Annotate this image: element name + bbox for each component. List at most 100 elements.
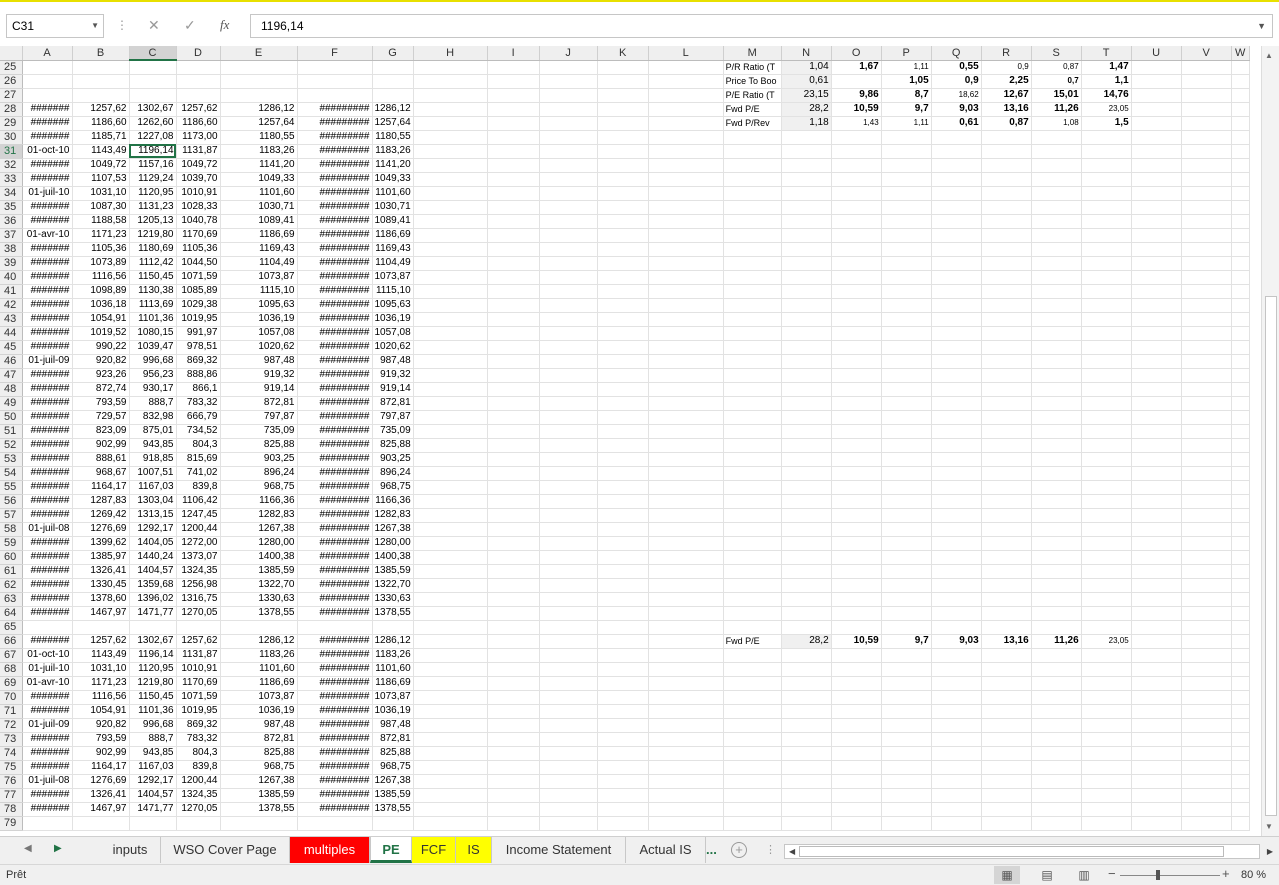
cell[interactable]: ######### bbox=[297, 522, 373, 537]
cell[interactable] bbox=[1231, 704, 1250, 719]
row-header[interactable]: 39 bbox=[0, 256, 23, 271]
cell[interactable] bbox=[723, 676, 782, 691]
cell[interactable]: ######### bbox=[297, 648, 373, 663]
cell[interactable]: 1180,55 bbox=[220, 130, 298, 145]
row-header[interactable]: 58 bbox=[0, 522, 23, 537]
cell[interactable] bbox=[539, 410, 598, 425]
cell[interactable] bbox=[1031, 410, 1082, 425]
cell[interactable] bbox=[723, 284, 782, 299]
cell[interactable] bbox=[22, 816, 73, 831]
cell[interactable] bbox=[831, 662, 882, 677]
cell[interactable] bbox=[487, 116, 540, 131]
cell[interactable]: P/R Ratio (T bbox=[723, 60, 782, 75]
cell[interactable] bbox=[413, 718, 488, 733]
cell[interactable] bbox=[413, 340, 488, 355]
cell[interactable] bbox=[22, 60, 73, 75]
cell[interactable]: 28,2 bbox=[781, 634, 832, 649]
cell[interactable] bbox=[487, 368, 540, 383]
cell[interactable] bbox=[1231, 186, 1250, 201]
cell[interactable] bbox=[931, 354, 982, 369]
cell[interactable] bbox=[881, 270, 932, 285]
cell[interactable] bbox=[931, 270, 982, 285]
row-header[interactable]: 57 bbox=[0, 508, 23, 523]
cell[interactable] bbox=[831, 676, 882, 691]
cell[interactable]: 1073,87 bbox=[220, 690, 298, 705]
cell[interactable] bbox=[1131, 88, 1182, 103]
cell[interactable] bbox=[648, 424, 724, 439]
cell[interactable]: 0,87 bbox=[981, 116, 1032, 131]
cell[interactable] bbox=[413, 648, 488, 663]
cell[interactable] bbox=[1031, 788, 1082, 803]
cell[interactable] bbox=[981, 746, 1032, 761]
cell[interactable] bbox=[931, 620, 982, 635]
cell[interactable]: ####### bbox=[22, 704, 73, 719]
cell[interactable] bbox=[297, 60, 373, 75]
cell[interactable] bbox=[1081, 368, 1132, 383]
cell[interactable] bbox=[1181, 284, 1232, 299]
cell[interactable] bbox=[723, 214, 782, 229]
cell[interactable] bbox=[723, 788, 782, 803]
cell[interactable]: ######### bbox=[297, 564, 373, 579]
cell[interactable] bbox=[487, 494, 540, 509]
cell[interactable] bbox=[781, 760, 832, 775]
cell[interactable] bbox=[1231, 88, 1250, 103]
cell[interactable] bbox=[1031, 508, 1082, 523]
vertical-scrollbar[interactable]: ▲ ▼ bbox=[1261, 46, 1279, 836]
cell[interactable] bbox=[1131, 102, 1182, 117]
cell[interactable] bbox=[220, 60, 298, 75]
cell[interactable]: 1120,95 bbox=[129, 662, 177, 677]
cell[interactable]: 1267,38 bbox=[372, 774, 414, 789]
cell[interactable] bbox=[413, 494, 488, 509]
cell[interactable]: 839,8 bbox=[176, 480, 221, 495]
cell[interactable] bbox=[931, 172, 982, 187]
cell[interactable]: 1269,42 bbox=[72, 508, 130, 523]
cell[interactable] bbox=[1181, 732, 1232, 747]
cell[interactable] bbox=[1181, 480, 1232, 495]
cell[interactable] bbox=[981, 312, 1032, 327]
cell[interactable]: 1292,17 bbox=[129, 774, 177, 789]
cell[interactable] bbox=[220, 620, 298, 635]
cell[interactable]: ######### bbox=[297, 774, 373, 789]
cell[interactable] bbox=[981, 592, 1032, 607]
cell[interactable] bbox=[981, 620, 1032, 635]
row-header[interactable]: 70 bbox=[0, 690, 23, 705]
cell[interactable] bbox=[781, 284, 832, 299]
cell[interactable]: 1196,14 bbox=[129, 648, 177, 663]
cell[interactable]: 1183,26 bbox=[372, 648, 414, 663]
row-header[interactable]: 36 bbox=[0, 214, 23, 229]
cell[interactable] bbox=[1181, 746, 1232, 761]
cell[interactable]: 0,55 bbox=[931, 60, 982, 75]
cell[interactable]: ######### bbox=[297, 452, 373, 467]
cell[interactable] bbox=[831, 480, 882, 495]
cell[interactable] bbox=[1231, 690, 1250, 705]
cell[interactable] bbox=[297, 88, 373, 103]
cell[interactable] bbox=[981, 564, 1032, 579]
cell[interactable] bbox=[831, 284, 882, 299]
cell[interactable] bbox=[723, 760, 782, 775]
cell[interactable]: 1036,19 bbox=[372, 312, 414, 327]
cell[interactable] bbox=[881, 438, 932, 453]
cell[interactable]: 1399,62 bbox=[72, 536, 130, 551]
cell[interactable] bbox=[831, 242, 882, 257]
cell[interactable] bbox=[723, 690, 782, 705]
cell[interactable] bbox=[648, 228, 724, 243]
cell[interactable] bbox=[881, 368, 932, 383]
cell[interactable] bbox=[1181, 536, 1232, 551]
cell[interactable] bbox=[1231, 508, 1250, 523]
cell[interactable] bbox=[831, 550, 882, 565]
cell[interactable] bbox=[597, 424, 649, 439]
cell[interactable] bbox=[597, 256, 649, 271]
cell[interactable] bbox=[1131, 410, 1182, 425]
cell[interactable] bbox=[1131, 228, 1182, 243]
cell[interactable] bbox=[1081, 662, 1132, 677]
cell[interactable] bbox=[931, 690, 982, 705]
column-header[interactable]: R bbox=[981, 46, 1032, 61]
cell[interactable] bbox=[648, 690, 724, 705]
cell[interactable] bbox=[881, 200, 932, 215]
cell[interactable] bbox=[597, 298, 649, 313]
cell[interactable] bbox=[1031, 130, 1082, 145]
cell[interactable] bbox=[487, 326, 540, 341]
cell[interactable]: 1057,08 bbox=[372, 326, 414, 341]
cell[interactable] bbox=[881, 466, 932, 481]
cell[interactable]: ######### bbox=[297, 802, 373, 817]
